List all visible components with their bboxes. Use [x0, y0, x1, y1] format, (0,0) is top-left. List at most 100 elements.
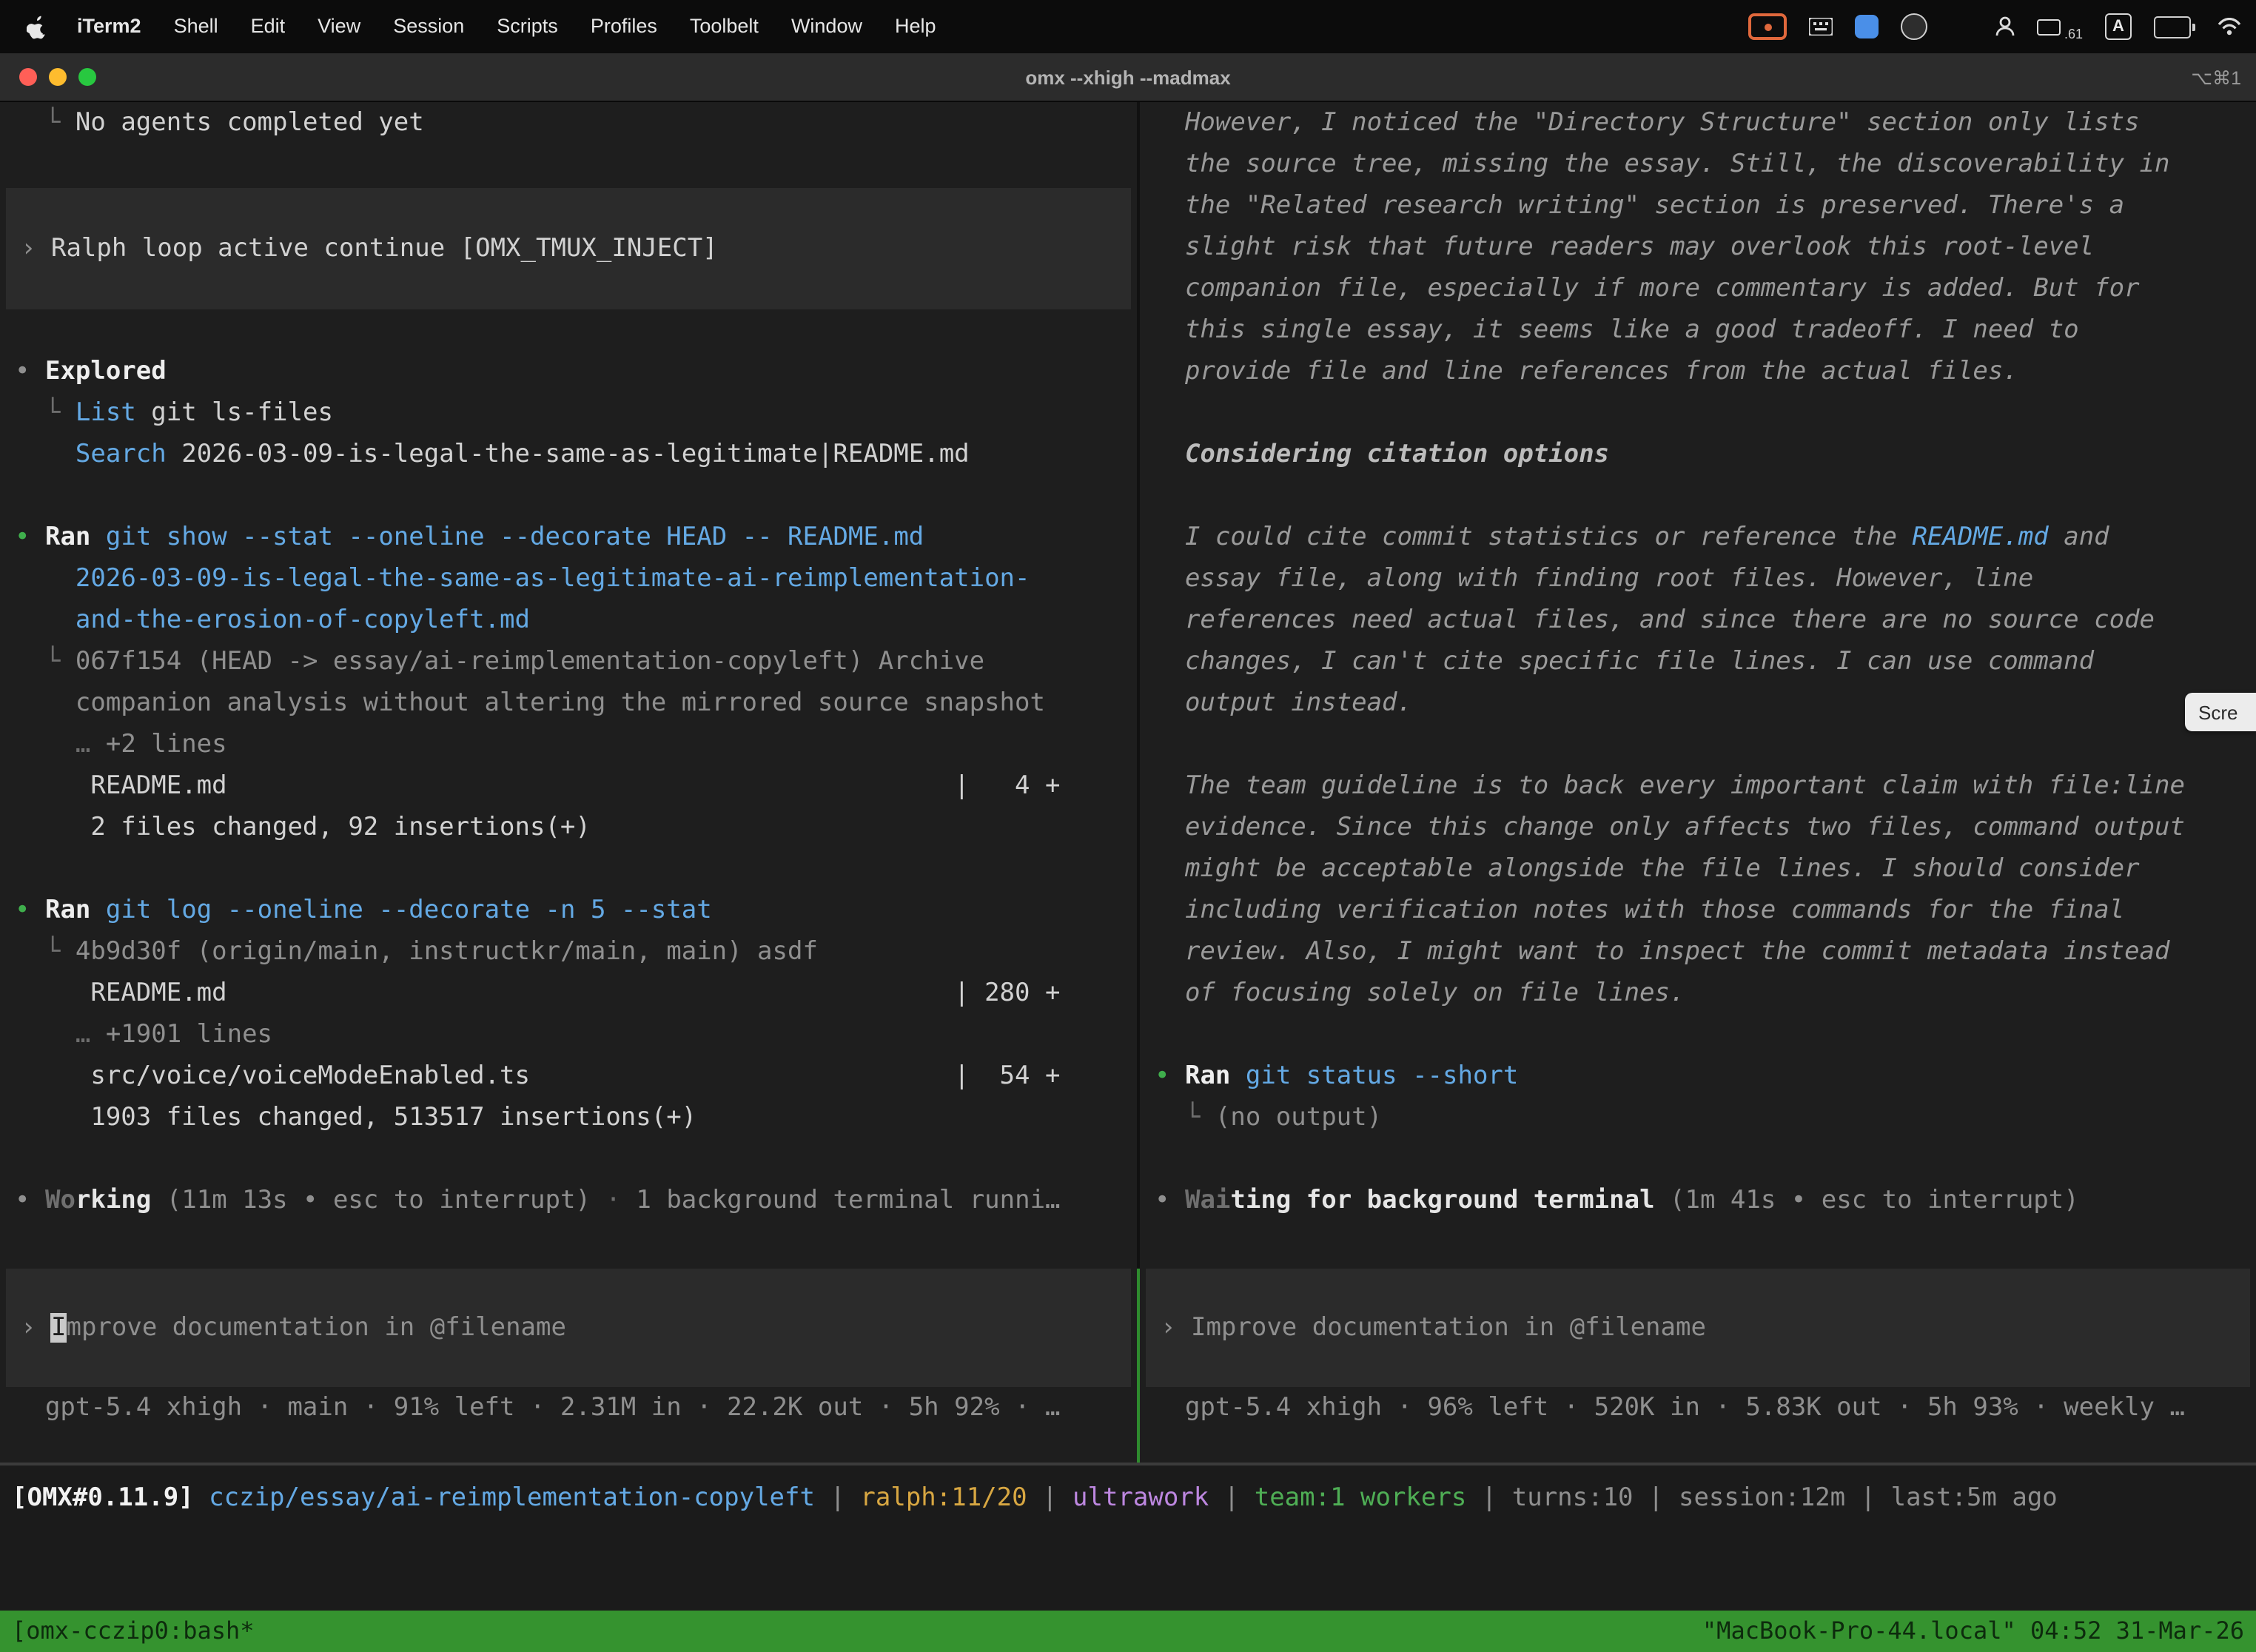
input-source-icon[interactable]: A [2105, 13, 2132, 40]
text-segment: companion analysis without altering the … [15, 688, 1045, 718]
screen-overlay-tab[interactable]: Scre [2185, 693, 2256, 731]
command-input[interactable]: › Improve documentation in @filename [6, 1269, 1131, 1387]
terminal-line: changes, I can't cite specific file line… [1140, 641, 2256, 682]
text-segment: … [15, 1020, 106, 1050]
terminal-line: 2026-03-09-is-legal-the-same-as-legitima… [0, 558, 1137, 600]
text-segment: slight risk that future readers may over… [1155, 232, 2094, 262]
text-segment: • [1155, 1186, 1185, 1215]
text-segment: companion file, especially if more comme… [1155, 274, 2140, 303]
text-segment [15, 605, 75, 635]
text-segment: last:5m ago [1891, 1483, 2058, 1513]
app-switcher-icon[interactable] [1950, 0, 1974, 53]
terminal-line: README.md | 280 + [0, 973, 1137, 1014]
terminal-line: the source tree, missing the essay. Stil… [1140, 144, 2256, 185]
terminal-line: I could cite commit statistics or refere… [1140, 517, 2256, 558]
battery-icon[interactable] [2154, 0, 2195, 53]
window-shortcut-badge: ⌥⌘1 [2191, 66, 2241, 88]
text-segment: README.md | 4 + [15, 771, 1060, 801]
menu-item-shell[interactable]: Shell [158, 0, 235, 53]
menu-item-toolbelt[interactable]: Toolbelt [674, 0, 775, 53]
session-status: gpt-5.4 xhigh · main · 91% left · 2.31M … [0, 1387, 1137, 1428]
text-segment: including verification notes with those … [1155, 896, 2124, 925]
text-segment [90, 896, 106, 925]
active-pane-border [1137, 1269, 1140, 1463]
ran-git-show: • Ran git show --stat --oneline --decora… [0, 517, 1137, 558]
blank-line [1140, 475, 2256, 517]
close-button[interactable] [19, 68, 37, 86]
menu-item-profiles[interactable]: Profiles [574, 0, 674, 53]
text-segment: Ralph loop active continue [OMX_TMUX_INJ… [51, 234, 718, 263]
zoom-button[interactable] [78, 68, 96, 86]
terminal-line: slight risk that future readers may over… [1140, 226, 2256, 268]
window-title: omx --xhigh --madmax [1025, 66, 1230, 88]
right-pane[interactable]: However, I noticed the "Directory Struct… [1140, 102, 2256, 1463]
tmux-session-label: [omx-cczip0:bash* [12, 1611, 255, 1652]
menu-item-edit[interactable]: Edit [235, 0, 302, 53]
menu-item-session[interactable]: Session [377, 0, 480, 53]
footer: [OMX#0.11.9] cczip/essay/ai-reimplementa… [0, 1463, 2256, 1652]
command-input[interactable]: › Improve documentation in @filename [1146, 1269, 2250, 1387]
minimize-button[interactable] [49, 68, 67, 86]
omx-status-line: [OMX#0.11.9] cczip/essay/ai-reimplementa… [0, 1477, 2256, 1519]
left-pane[interactable]: └ No agents completed yet › Ralph loop ac… [0, 102, 1137, 1463]
menu-item-window[interactable]: Window [775, 0, 879, 53]
keyboard-grid-icon[interactable] [1810, 0, 1833, 53]
text-segment: └ [15, 647, 75, 676]
terminal-line: provide file and line references from th… [1140, 351, 2256, 392]
screen-recording-indicator-icon[interactable] [1749, 13, 1787, 40]
pane-divider[interactable] [1137, 102, 1140, 1463]
explored-search: Search 2026-03-09-is-legal-the-same-as-l… [0, 434, 1137, 475]
explored-header: • Explored [0, 351, 1137, 392]
terminal-line: └ (no output) [1140, 1097, 2256, 1138]
terminal-line: └ 067f154 (HEAD -> essay/ai-reimplementa… [0, 641, 1137, 682]
terminal-line: companion file, especially if more comme… [1140, 268, 2256, 309]
menu-bar-status: .61 A [1749, 0, 2241, 53]
peripheral-battery-icon[interactable]: .61 [2038, 0, 2083, 53]
terminal-line: companion analysis without altering the … [0, 682, 1137, 724]
text-segment: › [21, 234, 51, 263]
menu-item-view[interactable]: View [301, 0, 377, 53]
text-segment: | [815, 1483, 860, 1513]
ran-git-status: • Ran git status --short [1140, 1055, 2256, 1097]
text-segment: essay file, along with finding root file… [1155, 564, 2033, 594]
text-segment: the "Related research writing" section i… [1155, 191, 2124, 221]
menu-item-iterm2[interactable]: iTerm2 [61, 0, 158, 53]
dark-app-icon[interactable] [1901, 13, 1928, 40]
text-segment: changes, I can't cite specific file line… [1155, 647, 2094, 676]
text-segment: | [1209, 1483, 1254, 1513]
ralph-loop-banner-text: › Ralph loop active continue [OMX_TMUX_I… [6, 228, 1131, 269]
terminal-line: … +1901 lines [0, 1014, 1137, 1055]
terminal-line: └ 4b9d30f (origin/main, instructkr/main,… [0, 931, 1137, 973]
agents-status-line: └ No agents completed yet [0, 102, 1137, 144]
terminal-line: 1903 files changed, 513517 insertions(+) [0, 1097, 1137, 1138]
text-segment: • [15, 896, 45, 925]
text-segment: … [15, 730, 106, 759]
wifi-icon[interactable] [2218, 0, 2241, 53]
text-segment: gpt-5.4 xhigh · main · 91% left · 2.31M … [15, 1393, 1060, 1423]
text-segment: git log --oneline --decorate -n 5 --stat [106, 896, 712, 925]
text-segment: └ [15, 398, 75, 428]
text-segment: 2 files changed, 92 insertions(+) [15, 813, 591, 842]
text-segment: ralph:11/20 [860, 1483, 1027, 1513]
blank-line [0, 1138, 1137, 1180]
apple-logo-icon[interactable] [27, 14, 49, 39]
text-segment: 1903 files changed, 513517 insertions(+) [15, 1103, 696, 1132]
text-segment: 067f154 (HEAD -> essay/ai-reimplementati… [75, 647, 984, 676]
text-segment: and [2049, 523, 2109, 552]
window-title-bar[interactable]: omx --xhigh --madmax ⌥⌘1 [0, 53, 2256, 102]
ran-git-log: • Ran git log --oneline --decorate -n 5 … [0, 890, 1137, 931]
text-segment: cczip/essay/ai-reimplementation-copyleft [209, 1483, 815, 1513]
blue-app-icon[interactable] [1856, 15, 1879, 38]
text-segment [90, 523, 106, 552]
menu-bar-left: iTerm2ShellEditViewSessionScriptsProfile… [0, 0, 953, 53]
text-segment: (1m 41s • esc to interrupt) [1655, 1186, 2079, 1215]
tmux-host-clock: "MacBook-Pro-44.local" 04:52 31-Mar-26 [1702, 1611, 2244, 1652]
text-segment: review. Also, I might want to inspect th… [1155, 937, 2170, 967]
waiting-status: • Waiting for background terminal (1m 41… [1140, 1180, 2256, 1221]
menu-item-scripts[interactable]: Scripts [480, 0, 574, 53]
terminal-panes: └ No agents completed yet › Ralph loop ac… [0, 102, 2256, 1463]
command-input-text: › Improve documentation in @filename [1146, 1307, 2250, 1349]
profile-icon[interactable] [1996, 0, 2015, 53]
menu-item-help[interactable]: Help [879, 0, 953, 53]
terminal-line: The team guideline is to back every impo… [1140, 765, 2256, 807]
